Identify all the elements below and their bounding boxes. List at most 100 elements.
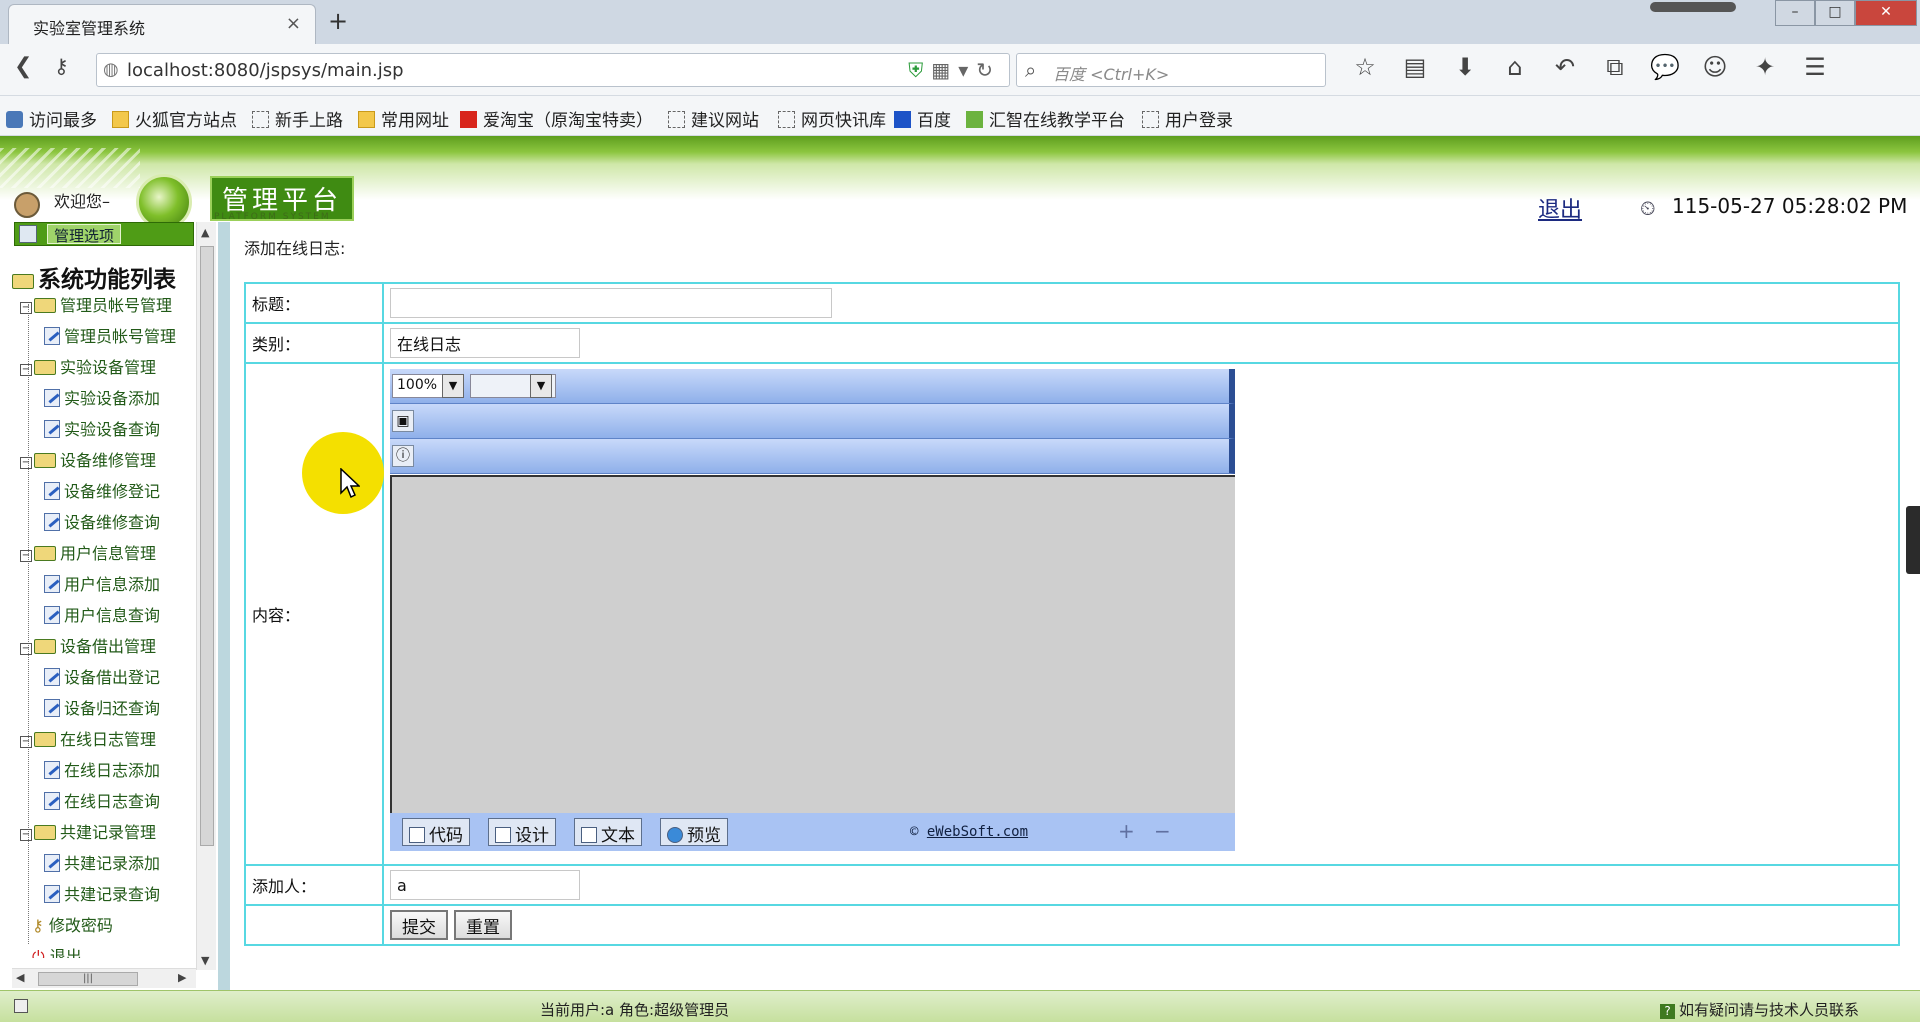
chat-bubble-icon[interactable]: 💬 xyxy=(1640,53,1690,81)
bookmark-common-sites[interactable]: 常用网址 xyxy=(358,106,449,131)
new-tab-button[interactable]: + xyxy=(328,7,348,35)
bookmark-user-login[interactable]: 用户登录 xyxy=(1142,106,1233,131)
menu-icon[interactable]: ☰ xyxy=(1790,53,1840,81)
tree-item-label: 共建记录添加 xyxy=(64,854,161,873)
reset-button[interactable]: 重置 xyxy=(454,910,512,940)
editor-content-area[interactable] xyxy=(390,475,1235,813)
tree-item-admin-account[interactable]: 管理员帐号管理 xyxy=(44,323,176,347)
address-bar[interactable]: ◍ localhost:8080/jspsys/main.jsp ⛨▦▾↻ xyxy=(96,53,1010,87)
tree-item-repair-register[interactable]: 设备维修登记 xyxy=(44,478,160,502)
search-bar[interactable]: ⌕ 百度 <Ctrl+K> xyxy=(1016,53,1326,87)
management-tab[interactable]: 管理选项 xyxy=(14,222,194,246)
tree-group-equipment[interactable]: − 实验设备管理 xyxy=(20,354,156,378)
shield-icon[interactable]: ⛨ xyxy=(908,58,931,82)
tree-item-joint-add[interactable]: 共建记录添加 xyxy=(44,850,160,874)
qr-icon[interactable]: ▦ xyxy=(931,58,958,82)
tree-group-log[interactable]: − 在线日志管理 xyxy=(20,726,156,750)
tree-item-user-query[interactable]: 用户信息查询 xyxy=(44,602,160,626)
scrollbar-thumb[interactable] xyxy=(200,246,214,846)
tree-item-equipment-query[interactable]: 实验设备查询 xyxy=(44,416,160,440)
crop-icon[interactable]: ⧉ xyxy=(1590,53,1640,81)
key-icon[interactable]: ⚷ xyxy=(54,54,69,78)
sidebar-divider[interactable] xyxy=(218,222,230,990)
emoji-icon[interactable]: ☺ xyxy=(1690,53,1740,81)
tree-item-equipment-add[interactable]: 实验设备添加 xyxy=(44,385,160,409)
author-input[interactable] xyxy=(390,870,580,900)
tree-item-joint-query[interactable]: 共建记录查询 xyxy=(44,881,160,905)
scroll-left-icon[interactable]: ◀ xyxy=(16,971,24,984)
bookmark-most-visited[interactable]: 访问最多 xyxy=(6,106,97,131)
bookmark-star-icon[interactable]: ☆ xyxy=(1340,53,1390,81)
collapse-icon[interactable]: − xyxy=(20,736,32,748)
tree-root[interactable]: 系统功能列表 xyxy=(12,260,176,294)
bookmark-webslice[interactable]: 网页快讯库 xyxy=(778,106,886,131)
tree-item-repair-query[interactable]: 设备维修查询 xyxy=(44,509,160,533)
info-icon[interactable]: ⓘ xyxy=(392,445,414,467)
collapse-icon[interactable]: − xyxy=(20,550,32,562)
logout-link[interactable]: 退出 xyxy=(1538,192,1582,224)
collapse-icon[interactable]: − xyxy=(20,457,32,469)
extension-icon[interactable]: ✦ xyxy=(1740,53,1790,81)
window-close-button[interactable]: ✕ xyxy=(1855,0,1917,26)
tab-close-icon[interactable]: × xyxy=(286,13,301,34)
tree-item-lending-register[interactable]: 设备借出登记 xyxy=(44,664,160,688)
editor-footer: 代码 设计 文本 预览 © eWebSoft.com + − xyxy=(390,813,1235,851)
collapse-icon[interactable]: − xyxy=(20,829,32,841)
bookmark-baidu[interactable]: 百度 xyxy=(894,106,951,131)
zoom-dropdown-icon[interactable]: ▼ xyxy=(442,374,464,398)
reload-icon[interactable]: ↻ xyxy=(976,58,1001,82)
tree-item-log-query[interactable]: 在线日志查询 xyxy=(44,788,160,812)
zoom-select[interactable]: 100% xyxy=(392,374,444,398)
side-panel-handle[interactable] xyxy=(1906,506,1920,574)
tree-group-lending[interactable]: − 设备借出管理 xyxy=(20,633,156,657)
sidebar-horizontal-scrollbar[interactable]: ◀ ||| ▶ xyxy=(12,968,196,988)
bookmark-newbie[interactable]: 新手上路 xyxy=(252,106,343,131)
dropdown-icon[interactable]: ▾ xyxy=(958,58,976,82)
scroll-up-icon[interactable]: ▲ xyxy=(201,226,209,239)
bookmark-aitaobao[interactable]: 爱淘宝（原淘宝特卖） xyxy=(460,106,653,131)
home-icon[interactable]: ⌂ xyxy=(1490,53,1540,81)
tree-item-change-password[interactable]: ⚷ 修改密码 xyxy=(32,912,113,936)
folder-icon xyxy=(34,546,56,561)
tree-group-joint[interactable]: − 共建记录管理 xyxy=(20,819,156,843)
tree-item-return-query[interactable]: 设备归还查询 xyxy=(44,695,160,719)
bookmark-suggested[interactable]: 建议网站 xyxy=(668,106,759,131)
tree-group-admin[interactable]: − 管理员帐号管理 xyxy=(20,292,172,316)
mode-design-button[interactable]: 设计 xyxy=(488,818,556,846)
tree-connector-line xyxy=(28,304,29,944)
back-arrow-icon[interactable]: ❮ xyxy=(14,54,32,79)
reading-list-icon[interactable]: ▤ xyxy=(1390,53,1440,81)
expand-editor-icon[interactable]: + xyxy=(1118,819,1135,843)
tree-item-exit[interactable]: ⏻ 退出 xyxy=(32,943,82,958)
collapse-icon[interactable]: − xyxy=(20,364,32,376)
tree-item-user-add[interactable]: 用户信息添加 xyxy=(44,571,160,595)
browser-tab[interactable]: 实验室管理系统 × xyxy=(8,4,316,44)
url-text[interactable]: localhost:8080/jspsys/main.jsp xyxy=(127,60,404,81)
scroll-right-icon[interactable]: ▶ xyxy=(178,971,186,984)
folder-icon xyxy=(34,453,56,468)
tree-group-users[interactable]: − 用户信息管理 xyxy=(20,540,156,564)
download-icon[interactable]: ⬇ xyxy=(1440,53,1490,81)
tree-item-log-add[interactable]: 在线日志添加 xyxy=(44,757,160,781)
insert-image-icon[interactable]: ▣ xyxy=(392,410,414,432)
sidebar-vertical-scrollbar[interactable]: ▲ ▼ xyxy=(196,222,216,970)
bookmark-firefox[interactable]: 火狐官方站点 xyxy=(112,106,237,131)
title-input[interactable] xyxy=(390,288,832,318)
bookmark-huizhi[interactable]: 汇智在线教学平台 xyxy=(966,106,1125,131)
window-minimize-button[interactable]: – xyxy=(1775,0,1815,26)
collapse-icon[interactable]: − xyxy=(20,643,32,655)
window-maximize-button[interactable]: □ xyxy=(1815,0,1855,26)
mode-code-button[interactable]: 代码 xyxy=(402,818,470,846)
collapse-icon[interactable]: − xyxy=(20,302,32,314)
shrink-editor-icon[interactable]: − xyxy=(1154,819,1171,843)
mode-preview-button[interactable]: 预览 xyxy=(660,818,728,846)
scrollbar-thumb[interactable]: ||| xyxy=(38,972,138,986)
mode-text-button[interactable]: 文本 xyxy=(574,818,642,846)
submit-button[interactable]: 提交 xyxy=(390,910,448,940)
font-dropdown-icon[interactable]: ▼ xyxy=(530,374,552,398)
ewebsoft-link[interactable]: eWebSoft.com xyxy=(927,824,1028,840)
undo-icon[interactable]: ↶ xyxy=(1540,53,1590,81)
category-input[interactable] xyxy=(390,328,580,358)
tree-group-repair[interactable]: − 设备维修管理 xyxy=(20,447,156,471)
scroll-down-icon[interactable]: ▼ xyxy=(201,954,209,967)
